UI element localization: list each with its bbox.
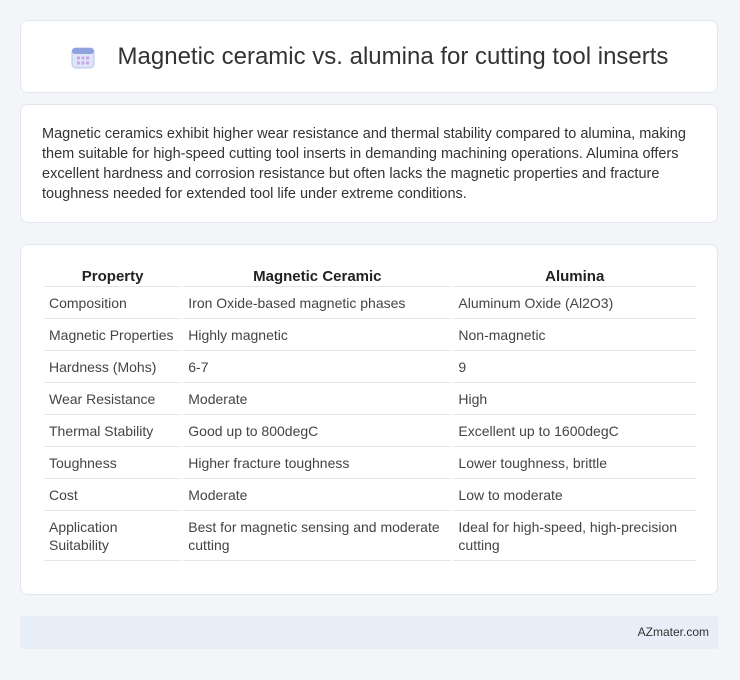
summary-text: Magnetic ceramics exhibit higher wear re… bbox=[42, 126, 686, 202]
alumina-cell: Excellent up to 1600degC bbox=[453, 415, 696, 447]
magnetic-ceramic-cell: Moderate bbox=[183, 383, 452, 415]
table-row: Application Suitability Best for magneti… bbox=[44, 511, 696, 561]
table-row: Toughness Higher fracture toughness Lowe… bbox=[44, 447, 696, 479]
table-row: Magnetic Properties Highly magnetic Non-… bbox=[44, 319, 696, 351]
header-magnetic-ceramic: Magnetic Ceramic bbox=[183, 266, 452, 287]
footer-bar: AZmater.com bbox=[20, 616, 718, 649]
alumina-cell: Low to moderate bbox=[453, 479, 696, 511]
table-row: Composition Iron Oxide-based magnetic ph… bbox=[44, 287, 696, 319]
property-cell: Composition bbox=[44, 287, 182, 319]
comparison-table-card: Property Magnetic Ceramic Alumina Compos… bbox=[20, 244, 718, 595]
magnetic-ceramic-cell: 6-7 bbox=[183, 351, 452, 383]
alumina-cell: 9 bbox=[453, 351, 696, 383]
header-alumina: Alumina bbox=[453, 266, 696, 287]
property-cell: Wear Resistance bbox=[44, 383, 182, 415]
header-property: Property bbox=[44, 266, 182, 287]
alumina-cell: Non-magnetic bbox=[453, 319, 696, 351]
property-cell: Cost bbox=[44, 479, 182, 511]
table-row: Wear Resistance Moderate High bbox=[44, 383, 696, 415]
magnetic-ceramic-cell: Highly magnetic bbox=[183, 319, 452, 351]
property-cell: Application Suitability bbox=[44, 511, 182, 561]
footer-site-link[interactable]: AZmater.com bbox=[638, 625, 709, 639]
alumina-cell: Ideal for high-speed, high-precision cut… bbox=[453, 511, 696, 561]
property-cell: Hardness (Mohs) bbox=[44, 351, 182, 383]
magnetic-ceramic-cell: Moderate bbox=[183, 479, 452, 511]
title-row: Magnetic ceramic vs. alumina for cutting… bbox=[21, 21, 717, 92]
alumina-cell: Lower toughness, brittle bbox=[453, 447, 696, 479]
property-cell: Thermal Stability bbox=[44, 415, 182, 447]
property-cell: Magnetic Properties bbox=[44, 319, 182, 351]
magnetic-ceramic-cell: Good up to 800degC bbox=[183, 415, 452, 447]
magnetic-ceramic-cell: Best for magnetic sensing and moderate c… bbox=[183, 511, 452, 561]
table-row: Hardness (Mohs) 6-7 9 bbox=[44, 351, 696, 383]
property-cell: Toughness bbox=[44, 447, 182, 479]
page-title: Magnetic ceramic vs. alumina for cutting… bbox=[117, 42, 669, 70]
magnetic-ceramic-cell: Higher fracture toughness bbox=[183, 447, 452, 479]
table-row: Thermal Stability Good up to 800degC Exc… bbox=[44, 415, 696, 447]
table-row: Cost Moderate Low to moderate bbox=[44, 479, 696, 511]
comparison-table: Property Magnetic Ceramic Alumina Compos… bbox=[42, 266, 698, 561]
alumina-cell: Aluminum Oxide (Al2O3) bbox=[453, 287, 696, 319]
magnetic-ceramic-cell: Iron Oxide-based magnetic phases bbox=[183, 287, 452, 319]
header-card: Magnetic ceramic vs. alumina for cutting… bbox=[20, 20, 718, 93]
alumina-cell: High bbox=[453, 383, 696, 415]
summary-card: Magnetic ceramics exhibit higher wear re… bbox=[20, 104, 718, 223]
table-header-row: Property Magnetic Ceramic Alumina bbox=[44, 266, 696, 287]
calendar-icon bbox=[71, 47, 95, 68]
